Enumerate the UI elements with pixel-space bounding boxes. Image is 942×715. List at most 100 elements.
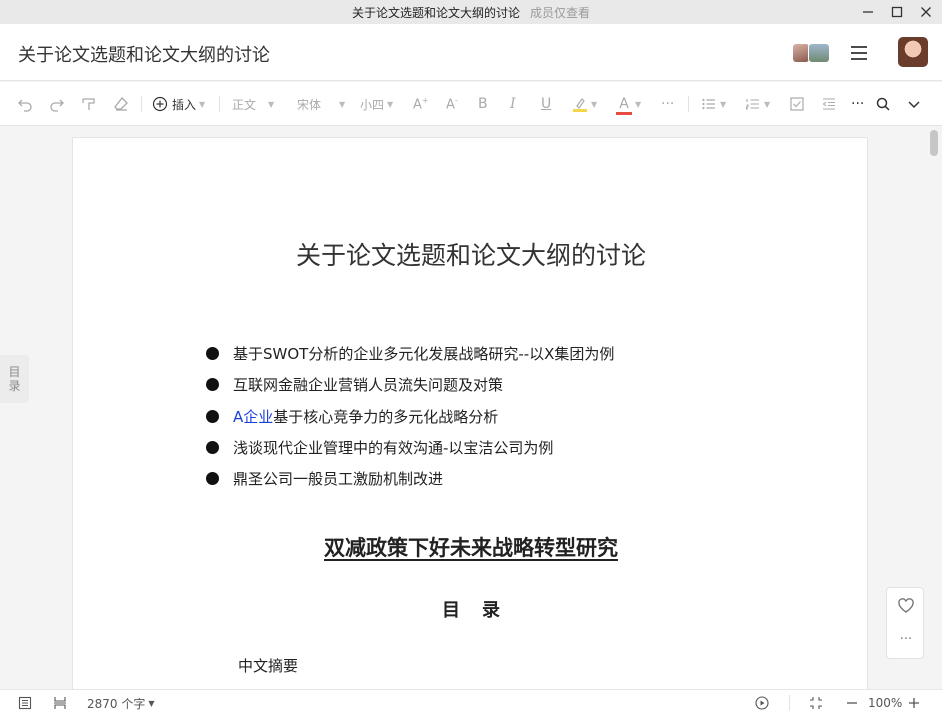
play-button[interactable]	[755, 695, 769, 711]
paragraph-style-value: 正文	[232, 97, 257, 112]
eraser-icon	[114, 97, 128, 111]
font-color-icon: A	[616, 96, 632, 115]
more-icon: ···	[661, 96, 675, 112]
vertical-scrollbar[interactable]	[930, 130, 938, 156]
chevron-down-icon: ▼	[591, 99, 598, 109]
bullet-list-button[interactable]: ▼	[701, 94, 726, 114]
underline-button[interactable]: U	[541, 94, 551, 114]
zoom-level[interactable]: 100%	[868, 695, 902, 711]
window-title: 关于论文选题和论文大纲的讨论	[351, 5, 520, 20]
paragraph-style-select[interactable]: 正文 ▼	[232, 94, 274, 114]
outline-label-line: 目	[8, 365, 21, 379]
bullet-icon	[206, 347, 219, 361]
word-count[interactable]: 2870 个字 ▼	[87, 695, 155, 711]
list-item: A企业 基于核心竞争力的多元化战略分析	[206, 401, 614, 432]
outdent-button[interactable]	[821, 94, 837, 114]
section-title: 双减政策下好未来战略转型研究	[73, 532, 869, 562]
font-increase-icon: A+	[413, 95, 429, 113]
user-avatar[interactable]	[898, 37, 928, 67]
fit-width-button[interactable]	[809, 695, 823, 711]
more-format-button[interactable]: ···	[661, 94, 674, 114]
list-item-text: 基于SWOT分析的企业多元化发展战略研究--以X集团为例	[233, 345, 615, 364]
close-icon	[921, 7, 931, 17]
redo-button[interactable]	[49, 94, 65, 114]
numbered-list-button[interactable]: ▼	[745, 94, 770, 114]
zoom-in-button[interactable]	[907, 695, 921, 711]
list-item-text: 浅谈现代企业管理中的有效沟通-以宝洁公司为例	[233, 439, 554, 458]
plus-icon	[909, 698, 919, 708]
search-button[interactable]	[875, 94, 891, 114]
minimize-icon	[863, 11, 873, 13]
list-item-text: 基于核心竞争力的多元化战略分析	[273, 407, 499, 426]
bullet-icon	[206, 378, 219, 392]
toolbar-divider	[688, 96, 689, 112]
list-item: 互联网金融企业营销人员流失问题及对策	[206, 369, 614, 400]
increase-font-button[interactable]: A+	[413, 94, 429, 114]
favorite-button[interactable]	[896, 596, 916, 616]
menu-button[interactable]	[848, 42, 870, 64]
toolbar-divider	[141, 96, 142, 112]
close-button[interactable]	[910, 0, 942, 24]
collapse-icon	[810, 697, 822, 709]
italic-button[interactable]: I	[510, 94, 516, 114]
checklist-button[interactable]	[789, 94, 805, 114]
font-family-select[interactable]: 宋体 ▼	[297, 94, 345, 114]
zoom-out-button[interactable]	[845, 695, 859, 711]
bullet-icon	[206, 409, 219, 423]
font-color-button[interactable]: A ▼	[616, 94, 641, 115]
font-size-value: 小四	[360, 97, 385, 112]
font-family-value: 宋体	[297, 97, 322, 112]
document-canvas[interactable]: 关于论文选题和论文大纲的讨论 基于SWOT分析的企业多元化发展战略研究--以X集…	[0, 127, 942, 689]
heart-icon	[898, 598, 914, 613]
undo-button[interactable]	[17, 94, 33, 114]
collaborator-avatars[interactable]	[790, 42, 832, 64]
underline-icon: U	[541, 96, 552, 112]
clear-format-button[interactable]	[113, 94, 129, 114]
more-tools-button[interactable]: ···	[851, 94, 864, 114]
minimize-button[interactable]	[852, 0, 884, 24]
word-count-value: 2870 个字	[87, 696, 146, 711]
highlight-button[interactable]: ▼	[572, 94, 597, 114]
more-icon: ···	[851, 96, 865, 112]
status-bar: 2870 个字 ▼ 100%	[0, 689, 942, 715]
insert-button[interactable]: 插入 ▼	[152, 94, 205, 114]
more-actions-button[interactable]: ···	[896, 630, 916, 650]
decrease-font-button[interactable]: A-	[446, 94, 458, 114]
list-item-text: 鼎圣公司一般员工激励机制改进	[233, 470, 444, 489]
chevron-down-icon: ▼	[268, 99, 275, 109]
maximize-button[interactable]	[881, 0, 913, 24]
maximize-icon	[891, 6, 903, 18]
bold-button[interactable]: B	[478, 94, 488, 114]
toc-title: 目录	[442, 600, 522, 621]
search-icon	[876, 97, 890, 111]
document-page[interactable]: 关于论文选题和论文大纲的讨论 基于SWOT分析的企业多元化发展战略研究--以X集…	[72, 137, 868, 689]
outline-label-line: 录	[8, 379, 21, 393]
checkbox-icon	[790, 97, 804, 111]
status-divider	[789, 695, 790, 711]
redo-icon	[50, 99, 64, 112]
insert-label: 插入	[172, 97, 197, 112]
toc-item: 中文摘要	[238, 657, 299, 675]
format-painter-button[interactable]	[81, 94, 97, 114]
collapse-toolbar-button[interactable]	[906, 94, 922, 114]
italic-icon: I	[510, 96, 516, 112]
window-titlebar: 关于论文选题和论文大纲的讨论 成员仅查看	[0, 0, 942, 24]
highlighter-icon	[573, 98, 587, 112]
numbered-list-icon	[745, 99, 759, 110]
chevron-down-icon: ▼	[148, 698, 155, 708]
plus-circle-icon	[152, 96, 168, 112]
font-size-select[interactable]: 小四 ▼	[360, 94, 393, 114]
more-icon: ···	[899, 632, 913, 647]
list-item-link[interactable]: A企业	[233, 406, 273, 427]
permission-note: 成员仅查看	[530, 5, 591, 20]
outline-view-button[interactable]	[18, 695, 32, 711]
page-view-button[interactable]	[53, 695, 67, 711]
outline-toggle[interactable]: 目 录	[0, 355, 29, 403]
document-name[interactable]: 关于论文选题和论文大纲的讨论	[18, 41, 270, 67]
page-break-icon	[54, 697, 66, 709]
chevron-down-icon	[908, 101, 920, 109]
section-title-text: 双减政策下好未来战略转型研究	[324, 535, 618, 560]
floating-actions: ···	[886, 587, 924, 659]
undo-icon	[18, 99, 32, 112]
font-decrease-icon: A-	[446, 95, 458, 113]
